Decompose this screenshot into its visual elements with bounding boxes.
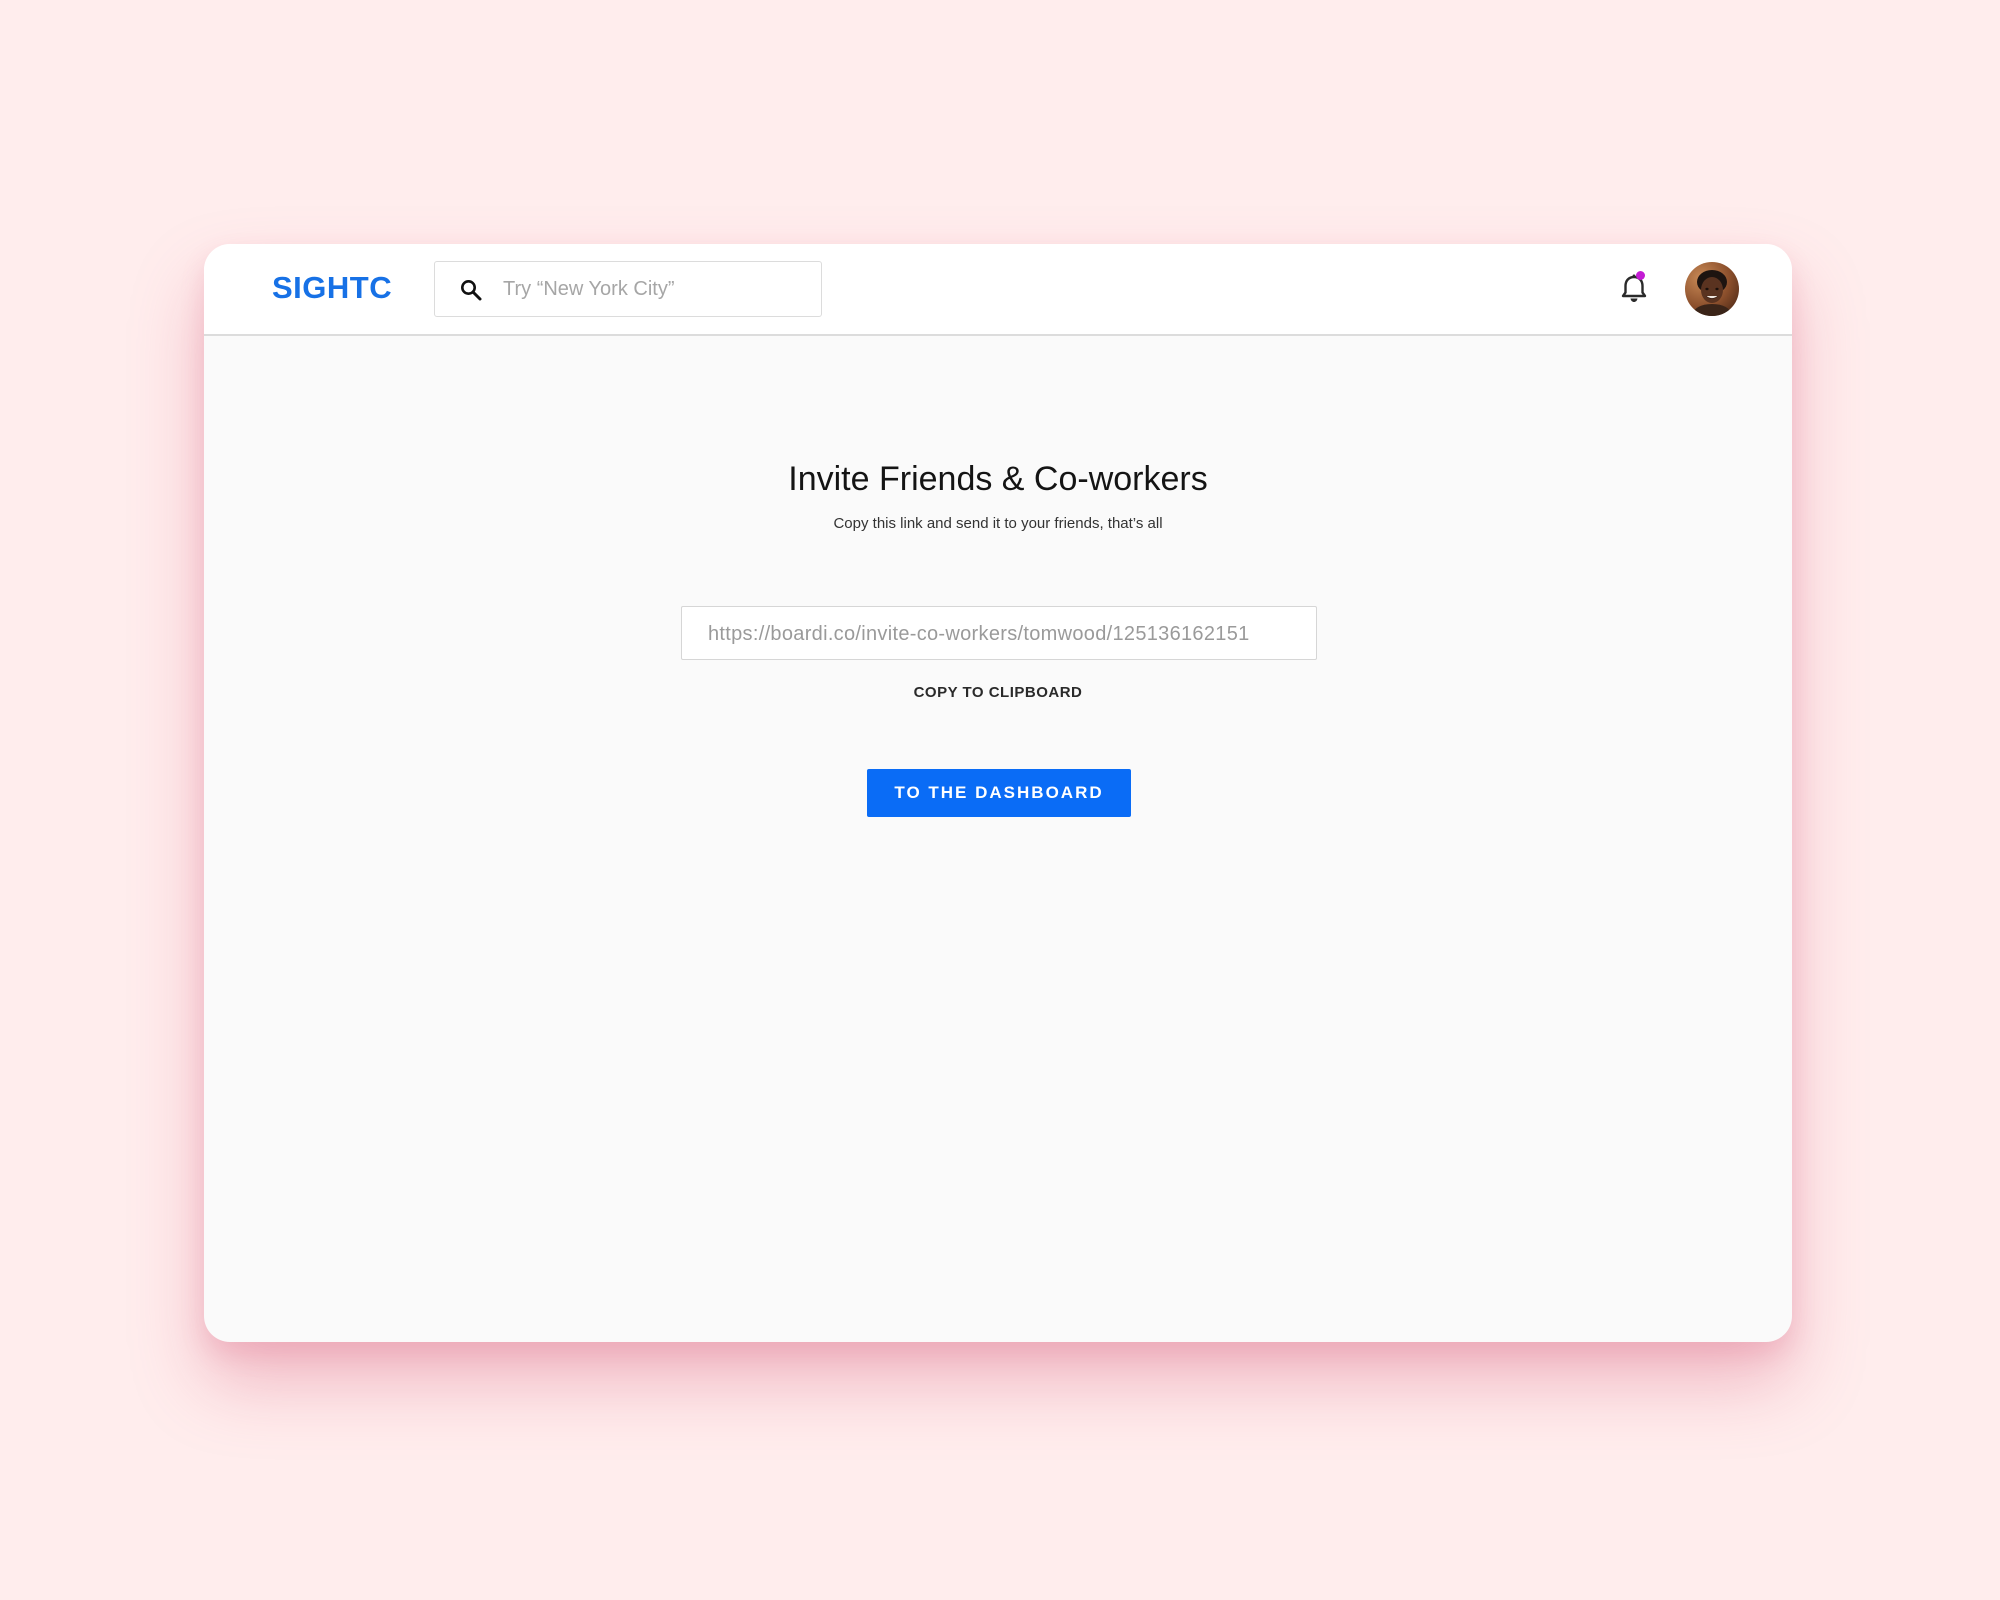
invite-link-input[interactable] — [708, 617, 1298, 651]
search-input[interactable] — [503, 272, 803, 306]
notification-dot — [1636, 271, 1645, 280]
brand-logo[interactable]: SIGHTC — [272, 270, 392, 306]
copy-to-clipboard-button[interactable]: COPY TO CLIPBOARD — [204, 684, 1792, 701]
search-box[interactable] — [434, 261, 822, 317]
search-icon — [461, 280, 482, 301]
page-title: Invite Friends & Co-workers — [788, 460, 1208, 498]
app-window: SIGHTC Try “New York City” Invite Friend… — [204, 244, 1792, 1342]
page-subtitle: Copy this link and send it to your frien… — [833, 515, 1163, 532]
user-avatar[interactable] — [1685, 262, 1739, 316]
top-navigation-bar: SIGHTC — [204, 244, 1792, 336]
to-dashboard-button[interactable]: TO THE DASHBOARD — [867, 769, 1131, 817]
bell-icon[interactable] — [1616, 272, 1652, 306]
invite-link-field[interactable] — [681, 606, 1317, 660]
